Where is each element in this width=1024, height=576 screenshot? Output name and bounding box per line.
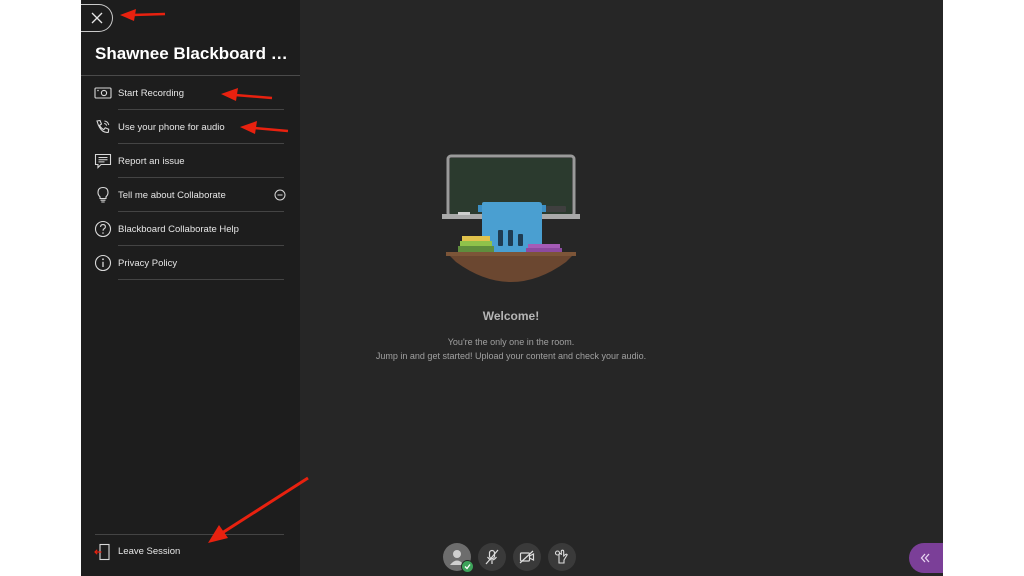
camera-toggle-button[interactable]	[513, 543, 541, 571]
info-icon	[94, 254, 112, 272]
menu-item-label: Report an issue	[118, 155, 185, 167]
report-issue-item[interactable]: Report an issue	[81, 144, 300, 178]
collaborate-help-item[interactable]: Blackboard Collaborate Help	[81, 212, 300, 246]
leave-session-button[interactable]: Leave Session	[81, 540, 300, 564]
microphone-toggle-button[interactable]	[478, 543, 506, 571]
hand-icon	[554, 549, 568, 564]
divider	[95, 534, 284, 535]
classroom-illustration	[442, 154, 580, 282]
session-title: Shawnee Blackboard U...	[95, 44, 293, 63]
close-menu-button[interactable]	[81, 4, 113, 32]
microphone-muted-icon	[485, 549, 499, 565]
leave-session-icon	[94, 543, 110, 561]
status-check-icon	[461, 560, 474, 573]
phone-icon	[96, 119, 110, 133]
session-menu: Shawnee Blackboard U... Start Recording …	[81, 0, 300, 576]
welcome-message: You're the only one in the room.	[447, 337, 575, 347]
privacy-policy-item[interactable]: Privacy Policy	[81, 246, 300, 280]
record-icon	[94, 87, 112, 99]
menu-item-label: Tell me about Collaborate	[118, 189, 226, 201]
collaborate-panel-toggle[interactable]	[909, 543, 943, 573]
menu-item-label: Start Recording	[118, 87, 185, 99]
session-controls	[443, 543, 576, 573]
leave-session-label: Leave Session	[118, 546, 181, 557]
welcome-instructions: Jump in and get started! Upload your con…	[375, 351, 647, 361]
menu-item-label: Privacy Policy	[118, 257, 178, 269]
start-recording-item[interactable]: Start Recording	[81, 76, 300, 110]
help-icon	[94, 220, 112, 238]
menu-item-label: Blackboard Collaborate Help	[118, 223, 239, 235]
raise-hand-button[interactable]	[548, 543, 576, 571]
collaborate-app: Welcome! You're the only one in the room…	[81, 0, 943, 576]
report-icon	[94, 153, 112, 169]
phone-audio-item[interactable]: Use your phone for audio	[81, 110, 300, 144]
welcome-title: Welcome!	[482, 309, 540, 323]
collapse-minus-icon[interactable]	[274, 189, 286, 201]
camera-off-icon	[519, 550, 535, 564]
session-menu-list: Start Recording Use your phone for audio…	[81, 76, 300, 280]
lightbulb-icon	[97, 186, 109, 203]
close-icon	[91, 12, 102, 24]
menu-item-label: Use your phone for audio	[118, 121, 225, 133]
tell-me-about-collaborate-item[interactable]: Tell me about Collaborate	[81, 178, 300, 212]
divider	[118, 279, 284, 280]
double-chevron-left-icon	[920, 553, 930, 563]
my-status-button[interactable]	[443, 543, 474, 573]
